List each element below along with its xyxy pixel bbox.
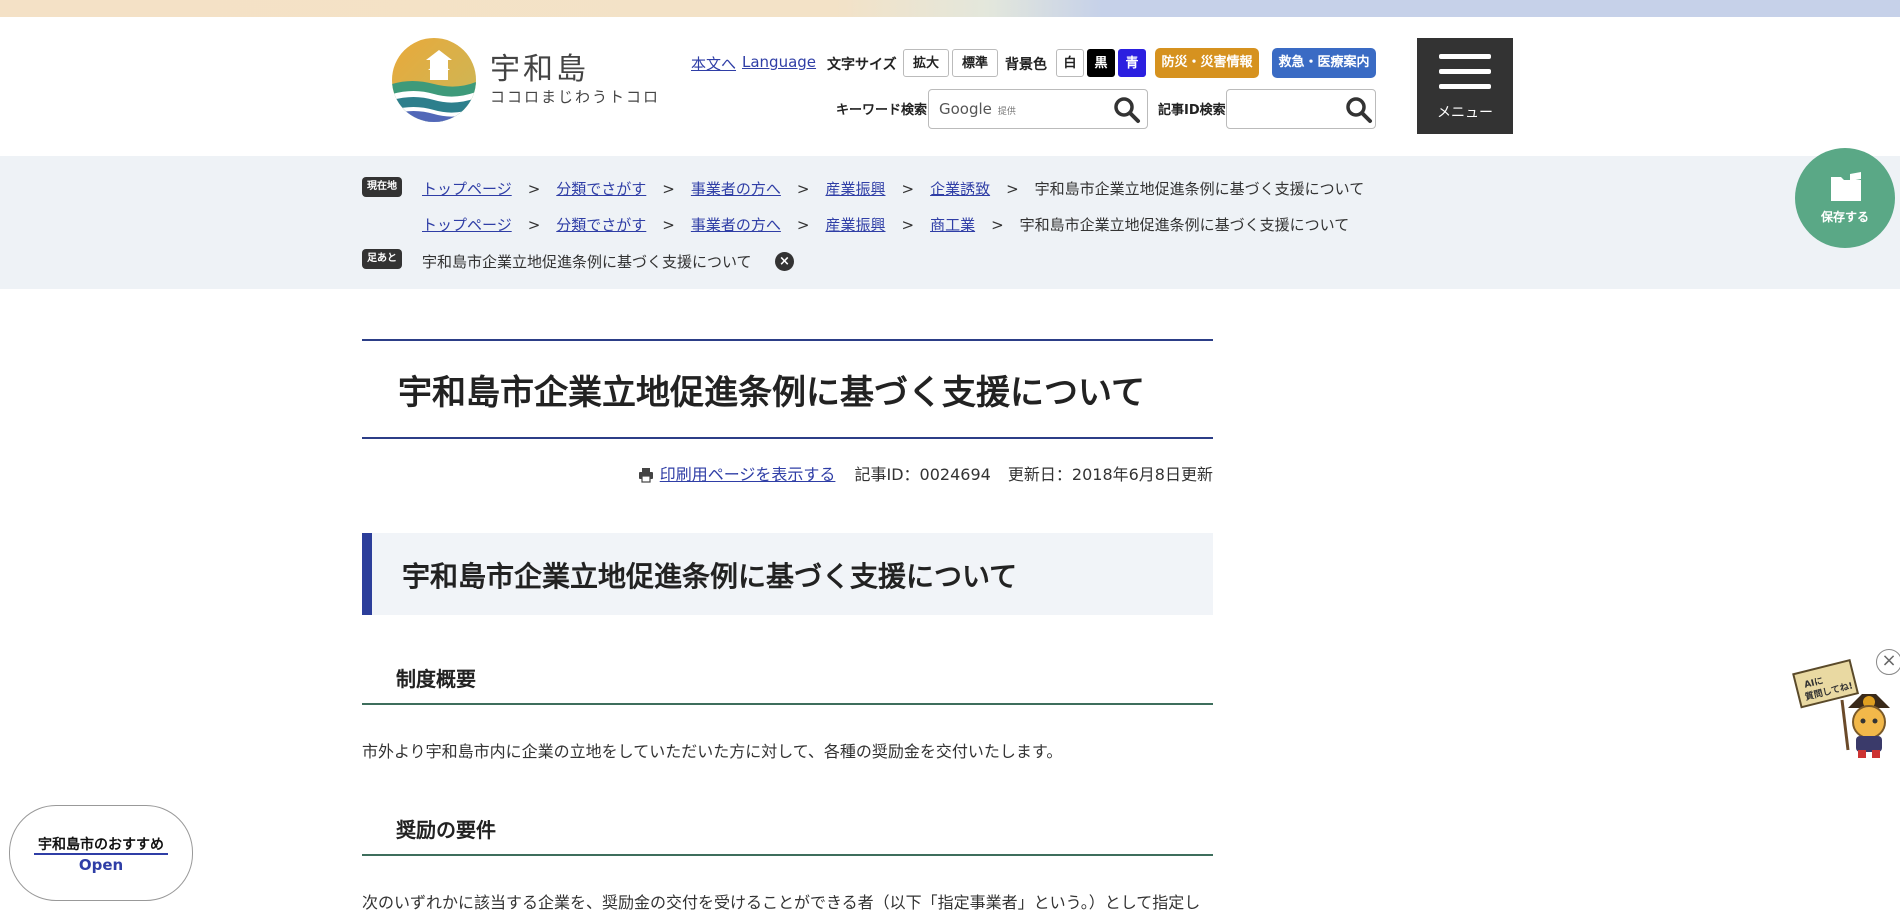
breadcrumb-sep: > <box>901 180 915 198</box>
breadcrumb-sep: > <box>796 216 810 234</box>
recommend-title: 宇和島市のおすすめ <box>38 837 164 853</box>
close-icon[interactable]: × <box>1876 649 1900 675</box>
breadcrumb-link[interactable]: トップページ <box>422 180 512 198</box>
breadcrumb-link[interactable]: トップページ <box>422 216 512 234</box>
save-label: 保存する <box>1820 210 1869 224</box>
paragraph: 次のいずれかに該当する企業を、奨励金の交付を受けることができる者（以下「指定事業… <box>362 893 1201 912</box>
subsection-heading-block: 奨励の要件 <box>362 806 1213 856</box>
folder-icon <box>1831 172 1861 201</box>
breadcrumb: トップページ > 分類でさがす > 事業者の方へ > 産業振興 > 企業誘致 > 宇和島市企業立地促… <box>422 178 1364 199</box>
city-logo-emblem[interactable] <box>392 38 476 122</box>
recommend-open-link[interactable]: Open <box>34 853 168 874</box>
breadcrumb-link[interactable]: 産業振興 <box>825 216 885 234</box>
breadcrumb-link[interactable]: 事業者の方へ <box>691 216 781 234</box>
breadcrumb-current: 宇和島市企業立地促進条例に基づく支援について <box>1019 216 1350 234</box>
search-icon[interactable] <box>1113 96 1141 124</box>
page-title: 宇和島市企業立地促進条例に基づく支援について <box>398 373 1145 413</box>
article-id: 記事ID：0024694 <box>854 465 991 484</box>
printer-icon <box>638 468 653 483</box>
subsection-heading-block: 制度概要 <box>362 655 1213 705</box>
breadcrumb-sep: > <box>991 216 1004 234</box>
section-heading: 宇和島市企業立地促進条例に基づく支援について <box>402 560 1018 593</box>
bg-black-button[interactable]: 黒 <box>1087 49 1115 77</box>
trail-tag: 足あと <box>362 249 402 269</box>
breadcrumb-link[interactable]: 事業者の方へ <box>691 180 781 198</box>
subsection-heading: 奨励の要件 <box>396 818 496 842</box>
page-title-block: 宇和島市企業立地促進条例に基づく支援について <box>362 339 1213 439</box>
breadcrumb-sep: > <box>527 180 541 198</box>
bg-white-button[interactable]: 白 <box>1056 49 1084 77</box>
emergency-medical-button[interactable]: 救急・医療案内 <box>1272 48 1376 78</box>
breadcrumb-link[interactable]: 分類でさがす <box>556 216 646 234</box>
print-page-link[interactable]: 印刷用ページを表示する <box>660 465 836 484</box>
breadcrumb-sep: > <box>662 216 675 234</box>
bg-color-label: 背景色 <box>1005 57 1047 73</box>
recommend-widget[interactable]: 宇和島市のおすすめ Open <box>9 805 193 901</box>
breadcrumb-sep: > <box>796 180 810 198</box>
breadcrumb-sep: > <box>901 216 915 234</box>
search-icon[interactable] <box>1345 96 1373 124</box>
font-size-standard-button[interactable]: 標準 <box>952 49 998 77</box>
article-id-search-input[interactable] <box>1226 89 1376 129</box>
bg-blue-button[interactable]: 青 <box>1118 49 1146 77</box>
breadcrumb-current: 宇和島市企業立地促進条例に基づく支援について <box>1034 180 1365 198</box>
paragraph: 市外より宇和島市内に企業の立地をしていただいた方に対して、各種の奨励金を交付いた… <box>362 742 1063 761</box>
font-size-label: 文字サイズ <box>827 57 897 73</box>
trail-item[interactable]: 宇和島市企業立地促進条例に基づく支援について <box>422 251 752 272</box>
breadcrumb-link[interactable]: 商工業 <box>930 216 975 234</box>
article-meta: 印刷用ページを表示する 記事ID：0024694 更新日：2018年6月8日更新 <box>638 461 1213 485</box>
keyword-search-input[interactable]: Google 提供 <box>928 89 1148 129</box>
updated-date: 更新日：2018年6月8日更新 <box>1007 465 1213 484</box>
menu-label: メニュー <box>1437 105 1493 121</box>
language-link[interactable]: Language <box>742 53 816 71</box>
breadcrumb-sep: > <box>1006 180 1019 198</box>
breadcrumb-link[interactable]: 分類でさがす <box>556 180 646 198</box>
top-gradient-band <box>0 0 1900 17</box>
breadcrumb-sep: > <box>527 216 541 234</box>
breadcrumb-link[interactable]: 企業誘致 <box>930 180 990 198</box>
font-size-large-button[interactable]: 拡大 <box>903 49 949 77</box>
article-id-search-label: 記事ID検索 <box>1158 103 1226 118</box>
subsection-heading: 制度概要 <box>396 667 476 691</box>
close-icon[interactable]: × <box>775 252 794 271</box>
logo-name[interactable]: 宇和島 <box>490 44 589 88</box>
current-location-tag: 現在地 <box>362 177 402 197</box>
castle-wave-logo-icon <box>392 38 476 122</box>
skip-to-content-link[interactable]: 本文へ <box>691 53 736 74</box>
keyword-search-label: キーワード検索 <box>836 103 928 118</box>
save-page-button[interactable]: 保存する <box>1795 148 1895 248</box>
logo-subtitle: ココロまじわうトコロ <box>490 88 661 106</box>
menu-button[interactable]: メニュー <box>1417 38 1513 134</box>
breadcrumb-sep: > <box>662 180 675 198</box>
breadcrumb: トップページ > 分類でさがす > 事業者の方へ > 産業振興 > 商工業 > 宇和島市企業立地促進… <box>422 214 1349 235</box>
google-placeholder: Google 提供 <box>939 100 1016 118</box>
section-heading-block: 宇和島市企業立地促進条例に基づく支援について <box>362 533 1213 615</box>
disaster-info-button[interactable]: 防災・災害情報 <box>1155 48 1259 78</box>
breadcrumb-link[interactable]: 産業振興 <box>825 180 885 198</box>
